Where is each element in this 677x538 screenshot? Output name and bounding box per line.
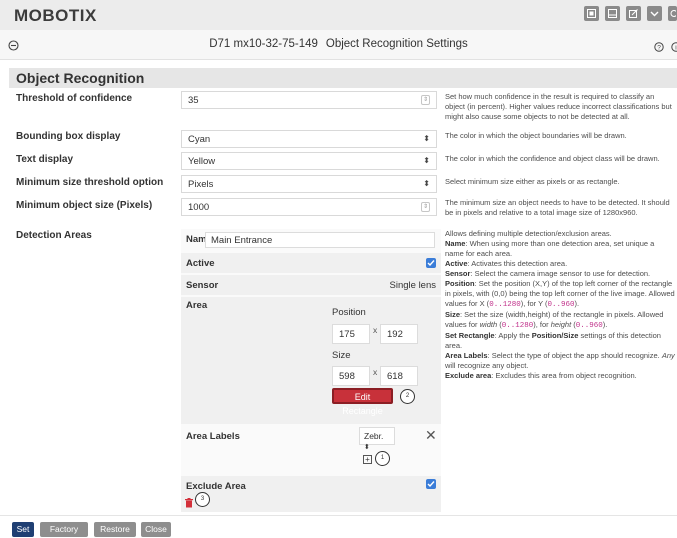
add-label-icon[interactable]: + <box>363 455 372 464</box>
restore-button[interactable]: Restore <box>94 522 136 537</box>
x-separator: x <box>373 325 378 335</box>
close-button[interactable]: Close <box>141 522 171 537</box>
exclude-row: Exclude Area 3 <box>181 476 441 512</box>
desc-position: Position: Set the position (X,Y) of the … <box>445 279 675 309</box>
factory-button[interactable]: Factory <box>40 522 88 537</box>
area-name-value: Main Entrance <box>211 235 273 246</box>
area-labels-value: Zebr. <box>364 431 384 441</box>
min-size-label: Minimum object size (Pixels) <box>16 200 153 211</box>
threshold-value: 35 <box>188 95 199 106</box>
min-option-desc: Select minimum size either as pixels or … <box>445 177 620 186</box>
callout-add: 1 <box>375 451 390 466</box>
section-heading: Object Recognition <box>9 68 677 88</box>
settings-icon[interactable] <box>668 6 677 21</box>
active-checkbox[interactable] <box>426 258 436 268</box>
bbox-select[interactable]: Cyan ⬍ <box>181 130 437 148</box>
min-size-input[interactable]: 1000 ⇕ <box>181 198 437 216</box>
title-bar: D71 mx10-32-75-149 Object Recognition Set… <box>0 30 677 60</box>
info-icon[interactable]: i <box>671 39 677 57</box>
threshold-desc: Set how much confidence in the result is… <box>445 92 672 121</box>
name-row: Name Main Entrance <box>181 229 441 251</box>
sensor-label: Sensor <box>186 280 219 291</box>
mobotix-logo: MOBOTIX <box>14 6 97 25</box>
trash-icon[interactable] <box>185 495 193 513</box>
size-width-input[interactable]: 598 <box>332 366 370 386</box>
section-title: Object Recognition <box>16 70 145 86</box>
size-height-value: 618 <box>387 371 403 382</box>
text-display-select[interactable]: Yellow ⬍ <box>181 152 437 170</box>
min-size-desc: The minimum size an object needs to have… <box>445 198 670 217</box>
bbox-value: Cyan <box>188 134 211 145</box>
select-arrow-icon: ⬍ <box>423 179 430 188</box>
desc-active: Active: Activates this detection area. <box>445 259 568 268</box>
desc-area-labels: Area Labels: Select the type of object t… <box>445 351 675 370</box>
exclude-checkbox[interactable] <box>426 479 436 489</box>
position-y-value: 192 <box>387 329 403 340</box>
desc-set-rectangle: Set Rectangle: Apply the Position/Size s… <box>445 331 661 350</box>
sensor-select[interactable]: Single lens <box>390 280 436 291</box>
threshold-input[interactable]: 35 ⇕ <box>181 91 437 109</box>
area-name-input[interactable]: Main Entrance <box>205 232 435 248</box>
grid-icon[interactable] <box>584 6 599 21</box>
brand-bar: MOBOTIX <box>0 0 677 30</box>
exclude-label: Exclude Area <box>186 481 246 492</box>
spinner-icon[interactable]: ⇕ <box>421 202 430 212</box>
window-icon[interactable] <box>605 6 620 21</box>
svg-text:?: ? <box>657 45 661 52</box>
desc-sensor: Sensor: Select the camera image sensor t… <box>445 269 651 278</box>
desc-name: Name: When using more than one detection… <box>445 239 655 258</box>
area-labels-row: Area Labels <box>181 426 441 474</box>
size-label: Size <box>332 350 351 361</box>
min-option-value: Pixels <box>188 179 214 190</box>
area-labels-select[interactable]: Zebr. ⬍ <box>359 427 395 451</box>
edit-icon[interactable] <box>626 6 641 21</box>
active-row: Active <box>181 253 441 273</box>
desc-exclude: Exclude area: Excludes this area from ob… <box>445 371 637 380</box>
remove-label-icon[interactable]: ✕ <box>425 427 437 444</box>
settings-title: Object Recognition Settings <box>325 38 468 50</box>
callout-delete: 3 <box>195 492 210 507</box>
size-height-input[interactable]: 618 <box>380 366 418 386</box>
dropdown-icon[interactable] <box>647 6 662 21</box>
bbox-desc: The color in which the object boundaries… <box>445 131 627 140</box>
help-icon[interactable]: ? <box>654 39 664 57</box>
page-title: D71 mx10-32-75-149 Object Recognition Set… <box>0 38 677 50</box>
camera-name: D71 mx10-32-75-149 <box>209 38 318 50</box>
position-x-input[interactable]: 175 <box>332 324 370 344</box>
size-width-value: 598 <box>339 371 355 382</box>
detection-area-panel: Name Main Entrance Active Sensor Single … <box>181 229 441 512</box>
threshold-label: Threshold of confidence <box>16 93 133 104</box>
position-label: Position <box>332 307 366 318</box>
area-labels-label: Area Labels <box>186 431 240 442</box>
text-display-label: Text display <box>16 154 74 165</box>
active-label: Active <box>186 258 215 269</box>
text-display-value: Yellow <box>188 156 216 167</box>
min-size-value: 1000 <box>188 202 210 213</box>
text-display-desc: The color in which the confidence and ob… <box>445 154 660 163</box>
area-label: Area <box>186 300 208 311</box>
bottom-bar: Set Factory Restore Close <box>0 515 677 538</box>
min-option-select[interactable]: Pixels ⬍ <box>181 175 437 193</box>
set-button[interactable]: Set <box>12 522 34 537</box>
detection-areas-label: Detection Areas <box>16 230 92 241</box>
desc-size: Size: Set the size (width,height) of the… <box>445 310 664 330</box>
spinner-icon[interactable]: ⇕ <box>421 95 430 105</box>
x-separator: x <box>373 367 378 377</box>
top-toolbar <box>584 6 677 21</box>
select-arrow-icon: ⬍ <box>423 134 430 143</box>
callout-edit: 2 <box>400 389 415 404</box>
area-row: Area Position 175 x 192 Size 598 x 618 <box>181 297 441 424</box>
min-option-label: Minimum size threshold option <box>16 177 164 188</box>
sensor-row: Sensor Single lens <box>181 275 441 295</box>
detection-areas-desc: Allows defining multiple detection/exclu… <box>445 229 675 381</box>
select-arrow-icon: ⬍ <box>423 156 430 165</box>
bbox-label: Bounding box display <box>16 131 121 142</box>
edit-rectangle-button[interactable]: Edit Rectangle <box>332 388 393 416</box>
desc-intro: Allows defining multiple detection/exclu… <box>445 229 612 238</box>
position-y-input[interactable]: 192 <box>380 324 418 344</box>
position-x-value: 175 <box>339 329 355 340</box>
